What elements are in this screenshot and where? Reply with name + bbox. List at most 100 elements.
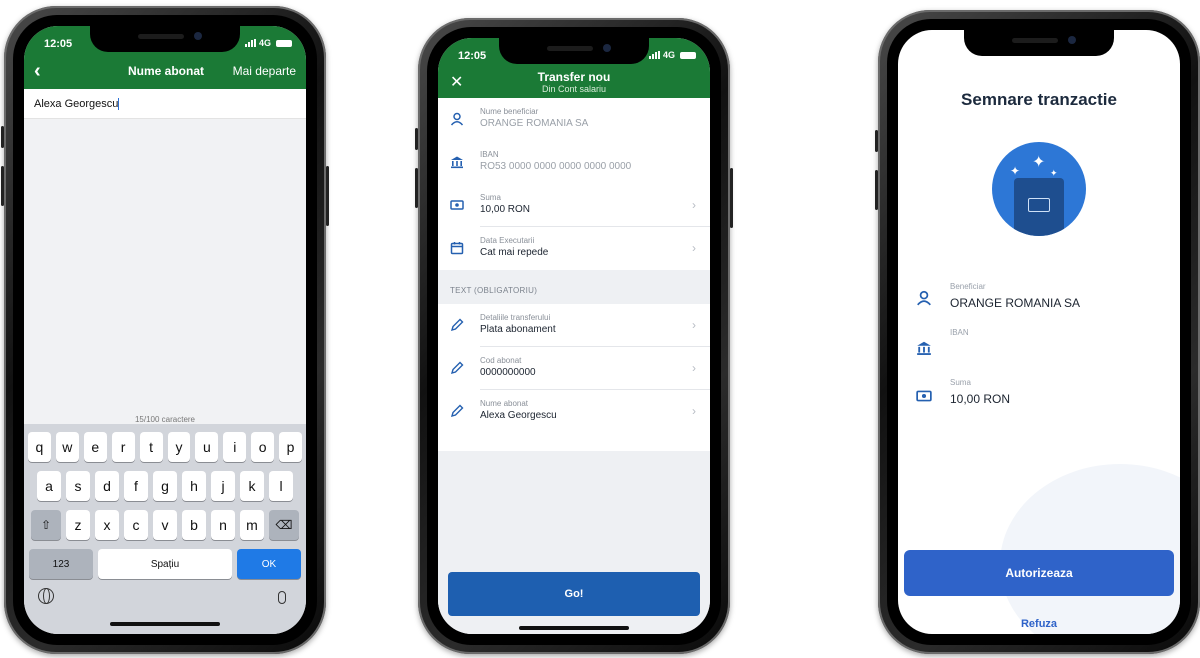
user-icon <box>917 290 931 306</box>
key-a[interactable]: a <box>37 471 61 501</box>
key-d[interactable]: d <box>95 471 119 501</box>
notch <box>499 38 649 64</box>
key-c[interactable]: c <box>124 510 148 540</box>
row-value: Cat mai repede <box>480 247 549 258</box>
text-cursor <box>118 98 120 111</box>
key-l[interactable]: l <box>269 471 293 501</box>
key-r[interactable]: r <box>111 432 135 462</box>
ok-key[interactable]: OK <box>237 549 301 579</box>
row-value: 0000000000 <box>480 367 536 378</box>
item-label: Suma <box>950 378 971 387</box>
money-icon <box>916 390 932 402</box>
key-o[interactable]: o <box>251 432 275 462</box>
input-value: Alexa Georgescu <box>34 98 119 110</box>
key-z[interactable]: z <box>66 510 90 540</box>
refuse-button[interactable]: Refuza <box>898 618 1180 630</box>
screen: ✕ Transfer nou Din Cont salariu 12:05 4G… <box>438 38 710 634</box>
key-f[interactable]: f <box>124 471 148 501</box>
row-beneficiary[interactable]: Nume beneficiar ORANGE ROMANIA SA <box>438 98 710 141</box>
key-q[interactable]: q <box>27 432 51 462</box>
microphone-icon[interactable] <box>278 591 286 604</box>
numbers-key[interactable]: 123 <box>29 549 93 579</box>
transfer-details-list: Nume beneficiar ORANGE ROMANIA SA IBAN R… <box>438 98 710 433</box>
key-e[interactable]: e <box>83 432 107 462</box>
next-button[interactable]: Mai departe <box>233 64 296 78</box>
network-label: 4G <box>662 50 675 60</box>
page-title: Semnare tranzactie <box>961 90 1117 109</box>
row-execution-date[interactable]: Data Executarii Cat mai repede › <box>438 227 710 270</box>
key-g[interactable]: g <box>153 471 177 501</box>
key-k[interactable]: k <box>240 471 264 501</box>
key-j[interactable]: j <box>211 471 235 501</box>
notch <box>90 26 240 52</box>
key-p[interactable]: p <box>279 432 303 462</box>
money-icon <box>450 200 464 210</box>
chevron-right-icon: › <box>692 361 696 375</box>
signal-icon <box>648 51 660 59</box>
phone-card <box>1014 178 1064 236</box>
section-header: TEXT (OBLIGATORIU) <box>438 270 710 304</box>
screen: Semnare tranzactie ✦ ✦ ✦ Beneficiar ORAN… <box>898 30 1180 634</box>
background-shape <box>1000 464 1180 634</box>
key-b[interactable]: b <box>182 510 206 540</box>
showcase: 12:05 4G ‹ Nume abonat Mai departe Alexa… <box>0 0 1200 658</box>
row-subscriber-name[interactable]: Nume abonat Alexa Georgescu › <box>438 390 710 433</box>
home-indicator <box>519 626 629 630</box>
key-x[interactable]: x <box>95 510 119 540</box>
space-key[interactable]: Spațiu <box>98 549 232 579</box>
globe-icon[interactable] <box>38 588 54 604</box>
row-label: Suma <box>480 193 501 202</box>
key-m[interactable]: m <box>240 510 264 540</box>
row-amount[interactable]: Suma 10,00 RON › <box>438 184 710 227</box>
item-label: Beneficiar <box>950 282 986 291</box>
row-transfer-details[interactable]: Detaliile transferului Plata abonament › <box>438 304 710 347</box>
item-value: ORANGE ROMANIA SA <box>950 296 1081 310</box>
calendar-icon <box>450 242 464 255</box>
key-v[interactable]: v <box>153 510 177 540</box>
page-title: Nume abonat <box>128 64 205 78</box>
chevron-right-icon: › <box>692 241 696 255</box>
network-label: 4G <box>258 38 271 48</box>
go-button[interactable]: Go! <box>448 572 700 616</box>
key-s[interactable]: s <box>66 471 90 501</box>
content-area <box>24 119 306 415</box>
row-label: Data Executarii <box>480 236 535 245</box>
row-label: IBAN <box>480 150 499 159</box>
status-time: 12:05 <box>44 38 73 50</box>
key-i[interactable]: i <box>223 432 247 462</box>
key-h[interactable]: h <box>182 471 206 501</box>
phone-name-entry: 12:05 4G ‹ Nume abonat Mai departe Alexa… <box>1 6 329 654</box>
chevron-left-icon[interactable]: ‹ <box>34 61 41 81</box>
beneficiary-item: Beneficiar ORANGE ROMANIA SA <box>916 282 1170 318</box>
notch <box>964 30 1114 56</box>
row-value: 10,00 RON <box>480 204 531 215</box>
pencil-icon <box>450 361 464 375</box>
item-label: IBAN <box>950 328 969 337</box>
row-label: Nume abonat <box>480 399 529 408</box>
bank-icon <box>917 341 931 355</box>
chevron-right-icon: › <box>692 198 696 212</box>
status-time: 12:05 <box>458 50 487 62</box>
key-u[interactable]: u <box>195 432 219 462</box>
battery-icon <box>276 39 292 47</box>
row-subscriber-code[interactable]: Cod abonat 0000000000 › <box>438 347 710 390</box>
key-y[interactable]: y <box>167 432 191 462</box>
key-n[interactable]: n <box>211 510 235 540</box>
amount-item: Suma 10,00 RON <box>916 378 1170 414</box>
key-w[interactable]: w <box>55 432 79 462</box>
page-title: Transfer nou <box>537 70 611 84</box>
subscriber-name-input[interactable]: Alexa Georgescu <box>24 89 306 119</box>
row-value: RO53 0000 0000 0000 0000 0000 <box>480 161 632 172</box>
pencil-icon <box>450 404 464 418</box>
row-iban[interactable]: IBAN RO53 0000 0000 0000 0000 0000 <box>438 141 710 184</box>
bank-icon <box>451 156 463 169</box>
authorize-button[interactable]: Autorizeaza <box>904 550 1174 596</box>
page-subtitle: Din Cont salariu <box>541 84 607 94</box>
iban-item: IBAN <box>916 328 1170 364</box>
pencil-icon <box>450 318 464 332</box>
key-t[interactable]: t <box>139 432 163 462</box>
phone-sign-transaction: Semnare tranzactie ✦ ✦ ✦ Beneficiar ORAN… <box>875 10 1200 654</box>
backspace-key[interactable]: ⌫ <box>269 510 299 540</box>
shift-key[interactable]: ⇧ <box>31 510 61 540</box>
sparkle-icon: ✦ <box>1032 154 1046 171</box>
